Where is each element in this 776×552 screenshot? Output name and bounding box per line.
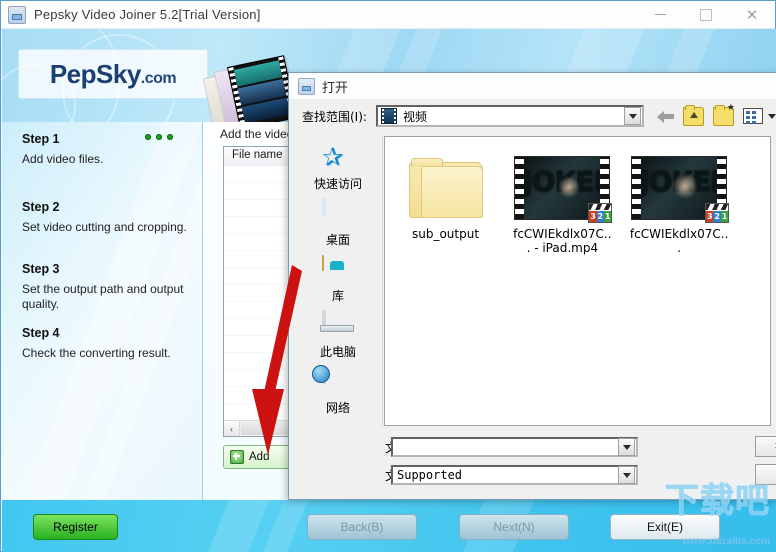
progress-dot	[145, 134, 151, 140]
wizard-button-bar: Register Back(B) Next(N) Exit(E)	[2, 500, 776, 552]
step-2-desc: Set video cutting and cropping.	[22, 220, 187, 234]
video-thumbnail-icon: JOKER 321	[510, 149, 615, 227]
plus-icon	[230, 450, 244, 464]
add-button-label: Add	[249, 451, 270, 463]
file-item-video[interactable]: JOKER 321 fcCWIEkdlx07C...	[627, 149, 732, 255]
brand-name: PepSky	[49, 58, 141, 89]
filmstrip-card	[227, 55, 298, 122]
maximize-icon[interactable]	[683, 1, 729, 28]
chevron-down-icon[interactable]	[624, 107, 641, 125]
dialog-places-bar: ✰ 快速访问 桌面 库 此电脑 网络	[294, 136, 383, 426]
place-label: 快速访问	[313, 177, 362, 191]
folder-icon	[393, 149, 498, 227]
place-label: 桌面	[325, 233, 350, 247]
views-icon[interactable]	[743, 108, 763, 124]
place-label: 库	[331, 289, 344, 303]
place-desktop[interactable]: 桌面	[294, 198, 382, 248]
up-folder-icon[interactable]	[683, 104, 704, 126]
open-file-dialog: 打开 查找范围(I): 视频 ✰ 快速访问 桌面 库	[288, 72, 776, 500]
add-button[interactable]: Add	[223, 445, 295, 469]
filename-row: 文件名(N):	[289, 436, 776, 458]
place-this-pc[interactable]: 此电脑	[294, 310, 382, 360]
chevron-down-icon[interactable]	[618, 466, 635, 484]
place-quick-access[interactable]: ✰ 快速访问	[294, 144, 382, 192]
this-pc-icon	[322, 310, 354, 342]
app-icon	[8, 5, 26, 24]
minimize-icon[interactable]	[637, 1, 683, 28]
step-progress-dots	[145, 134, 173, 140]
progress-dot	[156, 134, 162, 140]
file-item-video[interactable]: JOKER 321 fcCWIEkdlx07C... - iPad.mp4	[510, 149, 615, 255]
step-2-title: Step 2	[22, 200, 60, 214]
filetype-row: 文件类型(T): Supported	[289, 464, 776, 486]
library-folder-icon	[322, 255, 354, 286]
step-1-desc: Add video files.	[22, 152, 104, 166]
close-icon[interactable]: ✕	[729, 1, 775, 28]
look-in-label: 查找范围(I):	[302, 109, 367, 124]
step-1-title: Step 1	[22, 132, 60, 146]
window-title: Pepsky Video Joiner 5.2[Trial Version]	[34, 7, 261, 22]
video-thumbnail-icon: JOKER 321	[627, 149, 732, 227]
dialog-toolbar: 查找范围(I): 视频	[289, 99, 776, 133]
next-button[interactable]: Next(N)	[459, 514, 569, 540]
filetype-label: 文件类型(T):	[289, 467, 454, 484]
file-item-label: sub_output	[411, 227, 480, 241]
place-label: 网络	[325, 401, 350, 415]
window-title-bar: Pepsky Video Joiner 5.2[Trial Version] ✕	[1, 1, 775, 29]
quick-access-star-icon: ✰	[322, 143, 344, 173]
back-button[interactable]: Back(B)	[307, 514, 417, 540]
step-3-desc: Set the output path and output quality.	[22, 282, 184, 311]
file-item-folder[interactable]: sub_output	[393, 149, 498, 241]
video-folder-icon	[380, 108, 397, 124]
filetype-value: Supported	[397, 468, 463, 482]
new-folder-icon[interactable]	[713, 103, 735, 126]
register-button[interactable]: Register	[33, 514, 118, 540]
add-video-hint: Add the video	[220, 127, 294, 141]
dialog-open-button[interactable]: 打开	[755, 436, 776, 457]
dialog-title-bar: 打开	[289, 73, 776, 100]
file-item-label: fcCWIEkdlx07C... - iPad.mp4	[513, 227, 612, 255]
chevron-down-icon[interactable]	[768, 113, 776, 119]
place-label: 此电脑	[319, 345, 356, 359]
look-in-value: 视频	[402, 109, 427, 124]
media-type-badge: 321	[588, 203, 613, 223]
exit-button[interactable]: Exit(E)	[610, 514, 720, 540]
filename-label: 文件名(N):	[289, 439, 443, 456]
dialog-files-pane[interactable]: sub_output JOKER 321 fcCWIEkdlx07C... - …	[384, 136, 771, 426]
place-network[interactable]: 网络	[294, 366, 382, 416]
desktop-icon	[322, 198, 354, 230]
window-controls: ✕	[637, 1, 775, 28]
scroll-left-arrow-icon[interactable]: ‹	[224, 421, 240, 436]
chevron-down-icon[interactable]	[618, 438, 635, 456]
network-icon	[322, 366, 354, 398]
brand-logo-text: PepSky.com	[49, 58, 177, 90]
dialog-cancel-button[interactable]	[755, 464, 776, 485]
progress-dot	[167, 134, 173, 140]
dialog-bottom-fields: 文件名(N): 文件类型(T): Supported 打开	[289, 430, 776, 500]
film-strip-artwork	[202, 55, 301, 122]
place-libraries[interactable]: 库	[294, 255, 382, 304]
back-icon[interactable]	[657, 110, 674, 123]
filetype-select[interactable]: Supported	[391, 465, 638, 485]
step-3-title: Step 3	[22, 262, 60, 276]
brand-logo: PepSky.com	[18, 49, 208, 99]
dialog-toolbar-icons	[657, 103, 776, 126]
brand-domain: .com	[140, 69, 177, 87]
file-item-label: fcCWIEkdlx07C...	[629, 227, 729, 255]
steps-sidebar: Step 1 Add video files. Step 2 Set video…	[2, 122, 203, 500]
media-type-badge: 321	[705, 203, 730, 223]
step-4-title: Step 4	[22, 326, 60, 340]
decor-slash	[198, 500, 276, 552]
dialog-app-icon	[298, 77, 315, 95]
filename-input[interactable]	[391, 437, 638, 457]
dialog-title: 打开	[322, 80, 349, 96]
step-4-desc: Check the converting result.	[22, 346, 171, 360]
look-in-combobox[interactable]: 视频	[375, 105, 644, 127]
